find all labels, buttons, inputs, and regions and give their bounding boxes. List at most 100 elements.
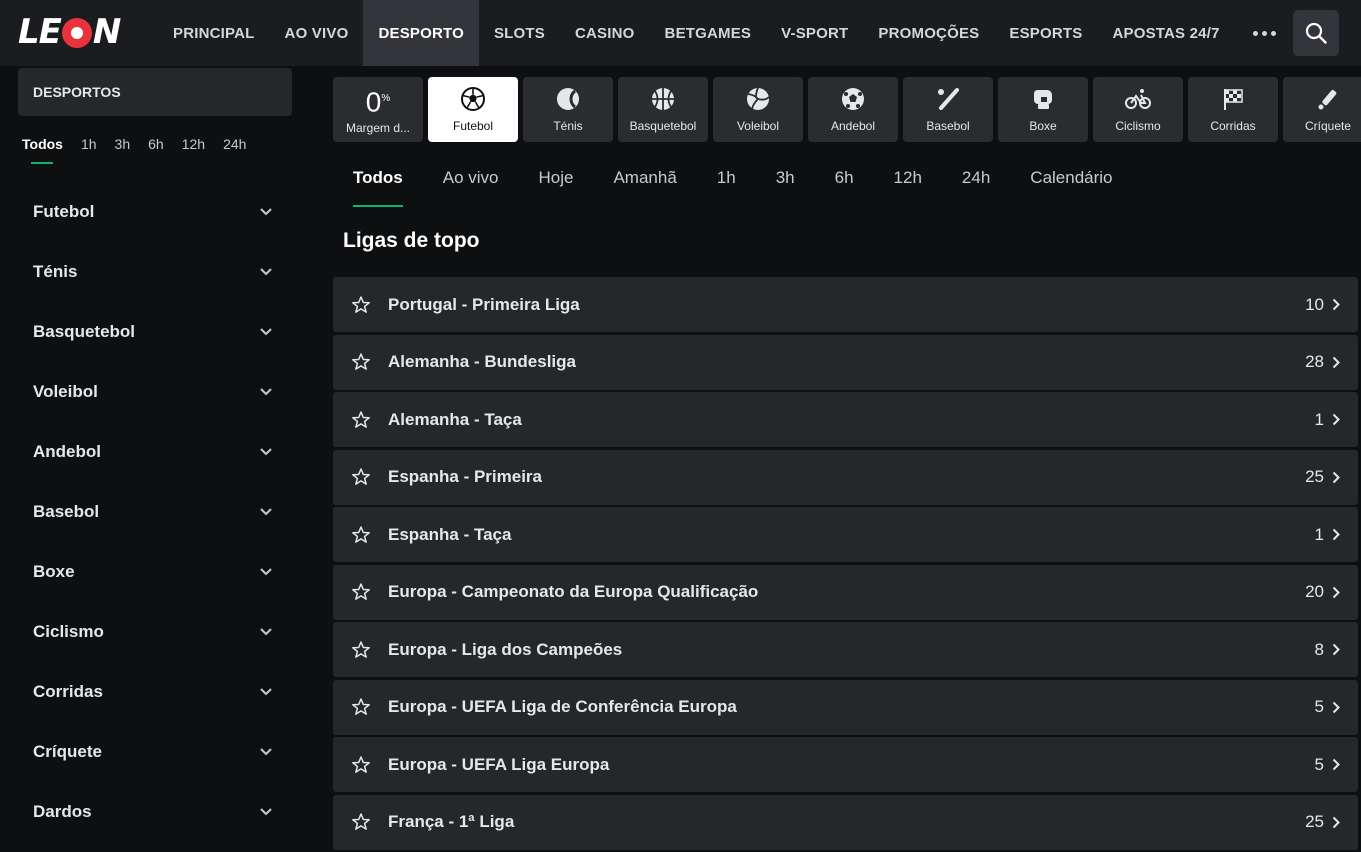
sport-tile-margin[interactable]: 0% Margem d... — [333, 77, 423, 142]
cricket-bat-icon — [1318, 89, 1337, 110]
sport-tile-andebol[interactable]: Andebol — [808, 77, 898, 142]
more-menu-icon[interactable] — [1235, 0, 1294, 66]
star-icon[interactable] — [351, 812, 371, 832]
league-row[interactable]: França - 1ª Liga 25 — [333, 794, 1358, 850]
sport-tile-label: Ciclismo — [1115, 119, 1161, 133]
league-count: 8 — [1314, 639, 1324, 659]
sidebar-item-voleibol[interactable]: Voleibol — [18, 362, 292, 422]
league-name: França - 1ª Liga — [388, 812, 515, 831]
tab-amanha[interactable]: Amanhã — [613, 168, 676, 207]
sport-tile-ciclismo[interactable]: Ciclismo — [1093, 77, 1183, 142]
sport-tile-basquetebol[interactable]: Basquetebol — [618, 77, 708, 142]
chevron-down-icon — [260, 508, 272, 516]
league-name: Europa - UEFA Liga de Conferência Europa — [388, 697, 737, 716]
section-title: Ligas de topo — [343, 229, 480, 252]
sidebar-item-tenis[interactable]: Ténis — [18, 242, 292, 302]
chevron-right-icon — [1332, 471, 1340, 483]
nav-item-promocoes[interactable]: PROMOÇÕES — [863, 0, 994, 66]
league-row[interactable]: Europa - UEFA Liga de Conferência Europa… — [333, 679, 1358, 735]
star-icon[interactable] — [351, 697, 371, 717]
league-name: Espanha - Taça — [388, 524, 512, 544]
tab-3h[interactable]: 3h — [776, 168, 795, 207]
sidebar-item-futebol[interactable]: Futebol — [18, 182, 292, 242]
star-icon[interactable] — [351, 410, 371, 430]
sidebar-filter-todos[interactable]: Todos — [22, 136, 63, 164]
star-icon[interactable] — [351, 755, 371, 775]
sport-tile-corridas[interactable]: Corridas — [1188, 77, 1278, 142]
sidebar-item-basquetebol[interactable]: Basquetebol — [18, 302, 292, 362]
sport-tile-tenis[interactable]: Ténis — [523, 77, 613, 142]
tab-todos[interactable]: Todos — [353, 168, 403, 207]
sidebar-filter-3h[interactable]: 3h — [115, 136, 131, 164]
league-row[interactable]: Portugal - Primeira Liga 10 — [333, 277, 1358, 332]
nav-item-betgames[interactable]: BETGAMES — [650, 0, 767, 66]
sidebar-item-label: Corridas — [33, 682, 103, 701]
sport-tile-criquete[interactable]: Críquete — [1283, 77, 1361, 142]
sport-tile-label: Boxe — [1029, 119, 1057, 133]
tab-ao-vivo[interactable]: Ao vivo — [443, 168, 499, 207]
star-icon[interactable] — [351, 352, 371, 372]
sport-tile-boxe[interactable]: Boxe — [998, 77, 1088, 142]
star-icon[interactable] — [351, 467, 371, 487]
sidebar-item-criquete[interactable]: Críquete — [18, 722, 292, 782]
sidebar-item-label: Basquetebol — [33, 322, 136, 341]
chevron-down-icon — [260, 808, 272, 816]
league-name: Europa - Liga dos Campeões — [388, 639, 623, 659]
leon-logo[interactable]: LE N — [18, 12, 121, 52]
chevron-right-icon — [1332, 643, 1340, 656]
tab-1h[interactable]: 1h — [717, 168, 736, 207]
sidebar-filter-6h[interactable]: 6h — [148, 136, 164, 164]
sport-tile-voleibol[interactable]: Voleibol — [713, 77, 803, 142]
sidebar-item-corridas[interactable]: Corridas — [18, 662, 292, 722]
league-name: Alemanha - Taça — [388, 409, 522, 429]
chevron-down-icon — [260, 628, 272, 636]
sidebar-filter-24h[interactable]: 24h — [223, 136, 246, 164]
nav-item-desporto[interactable]: DESPORTO — [363, 0, 479, 66]
sidebar-item-label: Dardos — [33, 802, 92, 821]
chevron-right-icon — [1332, 701, 1340, 713]
tab-12h[interactable]: 12h — [894, 168, 922, 207]
nav-item-v-sport[interactable]: V-SPORT — [766, 0, 863, 66]
sport-tile-basebol[interactable]: Basebol — [903, 77, 993, 142]
search-button[interactable] — [1293, 10, 1339, 56]
sidebar-filter-12h[interactable]: 12h — [182, 136, 205, 164]
top-navigation-bar: LE N PRINCIPAL AO VIVO DESPORTO SLOTS CAS… — [0, 0, 1361, 66]
tab-hoje[interactable]: Hoje — [538, 168, 573, 207]
tab-calendario[interactable]: Calendário — [1030, 168, 1112, 207]
sidebar-header[interactable]: DESPORTOS — [18, 68, 292, 116]
league-count: 28 — [1305, 352, 1324, 371]
star-icon[interactable] — [351, 640, 371, 660]
sport-tile-futebol[interactable]: Futebol — [428, 77, 518, 142]
league-name: Europa - UEFA Liga Europa — [388, 754, 610, 774]
main-nav: PRINCIPAL AO VIVO DESPORTO SLOTS CASINO … — [158, 0, 1294, 66]
sidebar-item-ciclismo[interactable]: Ciclismo — [18, 602, 292, 662]
sidebar-item-basebol[interactable]: Basebol — [18, 482, 292, 542]
league-row[interactable]: Europa - UEFA Liga Europa 5 — [333, 737, 1358, 792]
league-row[interactable]: Espanha - Primeira 25 — [333, 449, 1358, 505]
sidebar-item-andebol[interactable]: Andebol — [18, 422, 292, 482]
sport-tile-label: Basebol — [926, 119, 970, 133]
league-count: 1 — [1314, 409, 1324, 429]
sidebar-item-boxe[interactable]: Boxe — [18, 542, 292, 602]
tab-6h[interactable]: 6h — [835, 168, 854, 207]
time-filter-tabs: Todos Ao vivo Hoje Amanhã 1h 3h 6h 12h 2… — [353, 168, 1153, 207]
league-row[interactable]: Alemanha - Bundesliga 28 — [333, 334, 1358, 390]
sidebar-filter-1h[interactable]: 1h — [81, 136, 97, 164]
star-icon[interactable] — [351, 582, 371, 602]
sidebar-item-dardos[interactable]: Dardos — [18, 782, 292, 842]
league-row[interactable]: Alemanha - Taça 1 — [333, 392, 1358, 447]
nav-item-apostas-24-7[interactable]: APOSTAS 24/7 — [1097, 0, 1234, 66]
volleyball-icon — [747, 87, 770, 110]
nav-item-casino[interactable]: CASINO — [560, 0, 650, 66]
sports-sidebar: DESPORTOS Todos 1h 3h 6h 12h 24h Futebol… — [0, 66, 310, 851]
league-row[interactable]: Europa - Campeonato da Europa Qualificaç… — [333, 564, 1358, 620]
league-row[interactable]: Europa - Liga dos Campeões 8 — [333, 622, 1358, 677]
nav-item-slots[interactable]: SLOTS — [479, 0, 560, 66]
league-row[interactable]: Espanha - Taça 1 — [333, 507, 1358, 562]
nav-item-ao-vivo[interactable]: AO VIVO — [270, 0, 364, 66]
star-icon[interactable] — [351, 525, 371, 545]
nav-item-esports[interactable]: ESPORTS — [994, 0, 1097, 66]
nav-item-principal[interactable]: PRINCIPAL — [158, 0, 270, 66]
tab-24h[interactable]: 24h — [962, 168, 990, 207]
star-icon[interactable] — [351, 295, 371, 315]
